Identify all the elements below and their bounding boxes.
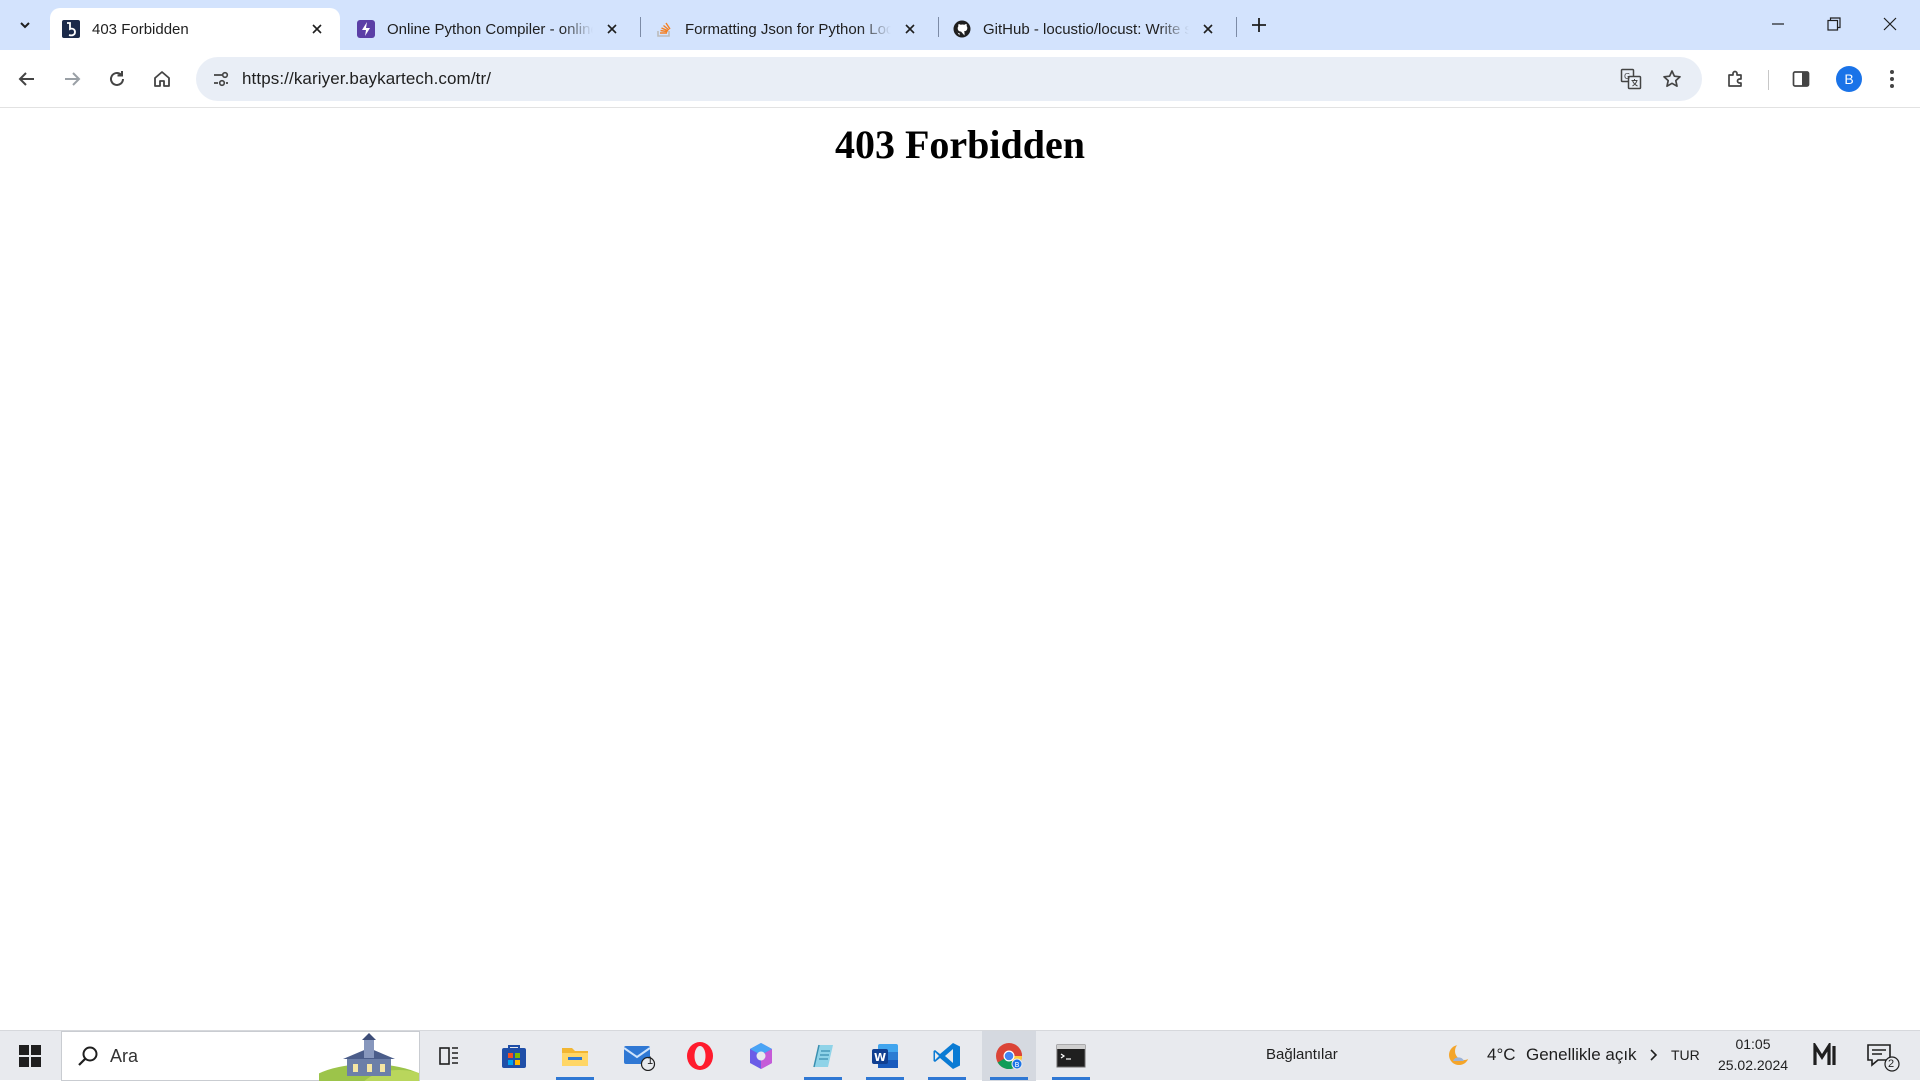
notepad-app[interactable] bbox=[796, 1031, 850, 1081]
weather-temperature[interactable]: 4°C bbox=[1487, 1045, 1516, 1065]
tab-title: 403 Forbidden bbox=[92, 20, 189, 38]
browser-toolbar: https://kariyer.baykartech.com/tr/ G B bbox=[0, 50, 1920, 108]
opera-icon bbox=[687, 1042, 713, 1070]
task-view-button[interactable] bbox=[422, 1031, 476, 1081]
close-tab-icon[interactable] bbox=[306, 18, 328, 40]
chrome-icon: B bbox=[996, 1043, 1023, 1070]
tab-strip: 403 Forbidden Online Python Compiler - o… bbox=[0, 0, 1920, 50]
svg-text:B: B bbox=[1015, 1061, 1020, 1069]
address-url[interactable]: https://kariyer.baykartech.com/tr/ bbox=[242, 69, 491, 89]
tab-github-locust[interactable]: GitHub - locustio/locust: Write scalable… bbox=[941, 8, 1231, 50]
restore-button[interactable] bbox=[1806, 0, 1862, 48]
minimize-button[interactable] bbox=[1750, 0, 1806, 48]
profile-avatar[interactable]: B bbox=[1836, 66, 1862, 92]
tab-search-button[interactable] bbox=[8, 8, 42, 42]
close-icon bbox=[1883, 17, 1897, 31]
tab-divider bbox=[1236, 17, 1237, 37]
puzzle-icon bbox=[1728, 70, 1742, 87]
links-toolbar[interactable]: Bağlantılar bbox=[1266, 1046, 1338, 1063]
tab-title: Online Python Compiler - online editor bbox=[387, 20, 593, 38]
store-icon bbox=[502, 1045, 526, 1068]
tab-divider bbox=[640, 17, 641, 37]
stackoverflow-favicon-icon bbox=[655, 20, 673, 38]
start-button[interactable] bbox=[0, 1031, 60, 1081]
microsoft-store-app[interactable] bbox=[487, 1031, 541, 1081]
site-info-icon[interactable] bbox=[206, 64, 236, 94]
close-tab-icon[interactable] bbox=[1197, 18, 1219, 40]
copilot-icon bbox=[750, 1043, 772, 1069]
weather-description[interactable]: Genellikle açık bbox=[1526, 1045, 1637, 1065]
vscode-app[interactable] bbox=[920, 1031, 974, 1081]
notifications-button[interactable]: 2 bbox=[1866, 1042, 1900, 1072]
tab-online-python-compiler[interactable]: Online Python Compiler - online editor bbox=[345, 8, 635, 50]
menu-button[interactable] bbox=[1874, 61, 1910, 97]
chevron-right-icon[interactable] bbox=[1648, 1048, 1658, 1067]
tab-title: Formatting Json for Python Locust bbox=[685, 20, 891, 38]
plus-icon bbox=[1252, 18, 1266, 32]
translate-icon[interactable]: G bbox=[1616, 64, 1646, 94]
page-title: 403 Forbidden bbox=[834, 122, 1086, 167]
task-view-icon bbox=[439, 1047, 458, 1065]
forward-button[interactable] bbox=[54, 61, 90, 97]
windows-logo-icon bbox=[19, 1045, 41, 1067]
close-window-button[interactable] bbox=[1862, 0, 1918, 48]
side-panel-icon bbox=[1792, 71, 1810, 87]
svg-text:G: G bbox=[1624, 72, 1630, 81]
copilot-app[interactable] bbox=[734, 1031, 788, 1081]
tab-403-forbidden[interactable]: 403 Forbidden bbox=[50, 8, 340, 50]
home-button[interactable] bbox=[144, 61, 180, 97]
file-explorer-app[interactable] bbox=[548, 1031, 602, 1081]
tab-formatting-json[interactable]: Formatting Json for Python Locust bbox=[643, 8, 933, 50]
reload-icon bbox=[110, 71, 124, 86]
notepad-icon bbox=[813, 1044, 833, 1068]
mixer-icon[interactable] bbox=[1812, 1040, 1840, 1067]
weather-icon[interactable] bbox=[1447, 1041, 1475, 1069]
clock-time: 01:05 bbox=[1735, 1036, 1771, 1052]
bookmark-star-icon[interactable] bbox=[1657, 64, 1687, 94]
restore-icon bbox=[1827, 17, 1841, 31]
folder-icon bbox=[562, 1048, 588, 1066]
search-highlight-illustration bbox=[319, 1032, 419, 1081]
search-icon bbox=[78, 1046, 98, 1066]
search-placeholder: Ara bbox=[110, 1046, 139, 1066]
close-tab-icon[interactable] bbox=[601, 18, 623, 40]
back-button[interactable] bbox=[9, 61, 45, 97]
home-icon bbox=[154, 71, 170, 87]
address-bar[interactable]: https://kariyer.baykartech.com/tr/ G bbox=[196, 57, 1702, 101]
mail-badge: 1 bbox=[647, 1055, 654, 1067]
mail-app[interactable]: 1 bbox=[612, 1031, 666, 1081]
tab-divider bbox=[938, 17, 939, 37]
programiz-favicon-icon bbox=[357, 20, 375, 38]
input-language[interactable]: TUR bbox=[1671, 1047, 1700, 1063]
chevron-down-icon bbox=[20, 22, 30, 29]
github-favicon-icon bbox=[953, 20, 971, 38]
side-panel-button[interactable] bbox=[1783, 61, 1819, 97]
baykar-favicon-icon bbox=[62, 20, 80, 38]
notification-count: 2 bbox=[1888, 1058, 1895, 1070]
page-content: 403 Forbidden bbox=[0, 109, 1920, 1030]
word-icon: W bbox=[872, 1044, 898, 1068]
kebab-menu-icon bbox=[1890, 70, 1894, 88]
minimize-icon bbox=[1772, 23, 1784, 25]
taskbar-search[interactable]: Ara bbox=[61, 1031, 420, 1081]
notification-icon bbox=[1867, 1044, 1900, 1072]
chrome-app[interactable]: B bbox=[982, 1031, 1036, 1081]
windows-taskbar: Ara 1 W B Bağlantılar 4°C Genellikle açı… bbox=[0, 1030, 1920, 1081]
terminal-app[interactable] bbox=[1044, 1031, 1098, 1081]
close-tab-icon[interactable] bbox=[899, 18, 921, 40]
reload-button[interactable] bbox=[99, 61, 135, 97]
opera-app[interactable] bbox=[673, 1031, 727, 1081]
arrow-left-icon bbox=[18, 72, 34, 86]
terminal-icon bbox=[1056, 1044, 1086, 1068]
word-app[interactable]: W bbox=[858, 1031, 912, 1081]
new-tab-button[interactable] bbox=[1244, 10, 1274, 40]
vscode-icon bbox=[933, 1043, 960, 1069]
system-clock[interactable]: 01:05 25.02.2024 bbox=[1708, 1034, 1798, 1076]
svg-text:W: W bbox=[874, 1051, 886, 1064]
arrow-right-icon bbox=[65, 72, 81, 86]
clock-date: 25.02.2024 bbox=[1717, 1057, 1789, 1073]
tab-title: GitHub - locustio/locust: Write scalable… bbox=[983, 20, 1189, 38]
extensions-button[interactable] bbox=[1718, 61, 1754, 97]
toolbar-divider bbox=[1768, 70, 1769, 90]
